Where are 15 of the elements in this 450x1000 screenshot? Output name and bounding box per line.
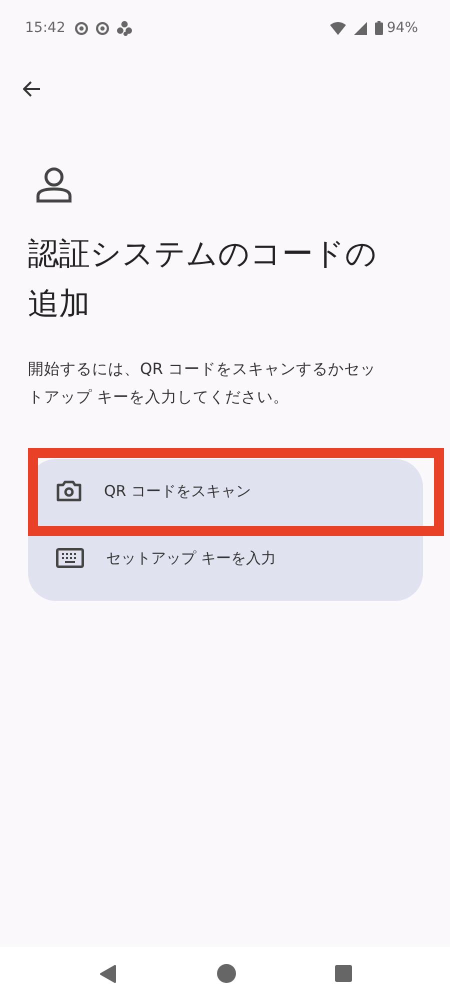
battery-percentage: 94% [386,20,418,36]
signal-icon [354,22,367,34]
camera-icon [56,480,82,502]
battery-icon [374,21,383,35]
back-arrow-icon[interactable] [23,81,41,97]
person-icon [35,167,73,203]
keyboard-icon [56,548,84,568]
back-icon[interactable] [99,964,117,982]
status-time: 15:42 [25,20,66,36]
page-title: 認証システムのコードの追加 [28,235,378,324]
option-row[interactable]: QR コードをスキャン [28,459,423,523]
option-row[interactable]: セットアップ キーを入力 [28,523,423,601]
wifi-icon [330,22,346,34]
home-icon[interactable] [216,964,236,983]
description-text: 開始するには、QR コードをスキャンするかセットアップ キーを入力してください。 [28,359,377,408]
